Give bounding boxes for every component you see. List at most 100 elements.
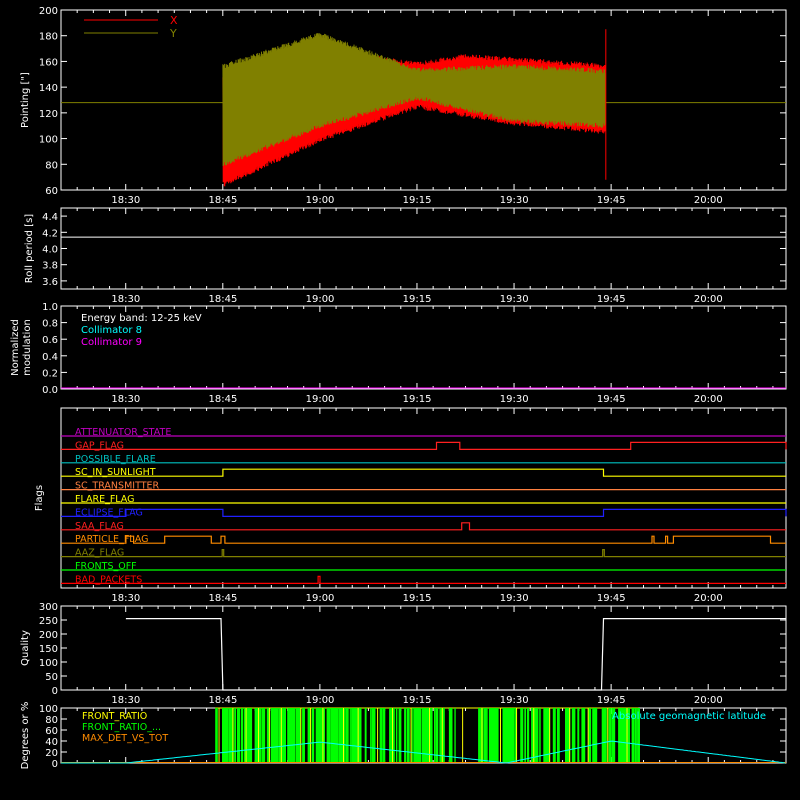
roll_period-y-tick-label: 4.4 [42,212,58,223]
front-ratio-bar [284,708,286,763]
quality-y-tick-label: 100 [39,658,58,669]
pointing-y-tick-label: 100 [39,135,58,146]
front-ratio-bar [412,708,414,763]
front-ratio-bar [381,708,383,763]
modulation-time-label: 19:30 [500,394,529,405]
roll_period-y-tick-label: 4.0 [42,245,58,256]
front-ratio-bar [513,708,515,763]
front-ratio-bar [311,708,314,763]
legend-front-ratio: FRONT_RATIO [82,711,147,722]
pointing-time-label: 18:45 [209,195,238,206]
front-ratio-bar [566,708,568,763]
quality-time-label: 19:00 [306,695,335,706]
front-ratio-bar [329,708,331,763]
modulation-time-label: 20:00 [694,394,723,405]
front-ratio-bar [448,708,453,763]
front-ratio-bar [406,708,410,763]
front-ratio-bar [359,708,362,763]
front-ratio-bar [527,708,530,763]
front-ratio-bar [404,708,407,763]
quality-time-label: 19:30 [500,695,529,706]
front-ratio-bar [443,708,445,763]
front-ratio-bar [421,708,425,763]
legend-collimator-8: Collimator 8 [81,325,142,336]
modulation-y-tick-label: 0.8 [42,319,58,330]
front-ratio-bar [479,708,484,763]
front-ratio-bar [536,708,538,763]
rhessi-quicklook-chart: 18:30 18:45 19:00 19:15 19:30 19:45 20:0060801… [0,0,800,800]
flags-ylabel: Flags [34,485,45,511]
legend-front-ratio-: FRONT_RATIO_... [82,722,161,733]
ratios-ylabel: Degrees or % [20,702,31,770]
ratios-y-tick-label: 60 [45,726,58,737]
energy-band-annotation: Energy band: 12-25 keV [81,313,202,324]
ratios-y-tick-label: 40 [45,737,58,748]
front-ratio-bar [495,708,499,763]
front-ratio-bar [334,708,338,763]
front-ratio-bar [236,708,241,763]
pointing-y-tick-label: 60 [45,186,58,197]
quality-y-tick-label: 0 [52,686,58,697]
roll_period-y-tick-label: 3.8 [42,261,58,272]
legend-label-x: X [170,14,178,27]
ratios-y-tick-label: 100 [39,704,58,715]
front-ratio-bar [313,708,315,763]
quality-y-tick-label: 300 [39,602,58,613]
front-ratio-bar [571,708,576,763]
pointing-y-tick-label: 80 [45,160,58,171]
pointing-y-tick-label: 120 [39,109,58,120]
front-ratio-bar [577,708,580,763]
front-ratio-bar [317,708,319,763]
front-ratio-bar [483,708,487,763]
front-ratio-bar [349,708,351,763]
front-ratio-bar [609,708,612,763]
roll_period-ylabel: Roll period [s] [24,214,35,283]
front-ratio-bar [222,708,224,763]
pointing-y-tick-label: 140 [39,83,58,94]
pointing-time-label: 19:00 [306,195,335,206]
roll_period-time-label: 20:00 [694,294,723,305]
pointing-time-label: 18:30 [111,195,140,206]
front-ratio-bar [260,708,262,763]
modulation-y-tick-label: 0.6 [42,335,58,346]
modulation-y-tick-label: 0.0 [42,385,58,396]
front-ratio-bar [294,708,295,763]
flags-time-label: 19:30 [500,593,529,604]
front-ratio-bar [419,708,422,763]
modulation-ylabel: Normalized [10,319,21,376]
flags-time-label: 19:00 [306,593,335,604]
quality-ylabel: Quality [20,630,31,666]
flags-time-label: 18:45 [209,593,238,604]
quality-y-tick-label: 150 [39,644,58,655]
flags-time-label: 20:00 [694,593,723,604]
roll_period-time-label: 19:45 [597,294,626,305]
quality-time-label: 18:30 [111,695,140,706]
pointing-time-label: 19:45 [597,195,626,206]
front-ratio-bar [249,708,253,763]
pointing-ylabel: Pointing ["] [20,72,31,128]
front-ratio-bar [554,708,556,763]
front-ratio-bar [454,708,456,763]
front-ratio-bar [400,708,402,763]
front-ratio-bar [603,708,607,763]
front-ratio-bar [345,708,348,763]
front-ratio-bar [344,708,346,763]
front-ratio-bar [398,708,401,763]
front-ratio-bar [215,708,218,763]
modulation-ylabel: modulation [22,319,33,376]
front-ratio-bar [370,708,372,763]
front-ratio-bar [382,708,386,763]
quality-y-tick-label: 250 [39,616,58,627]
roll_period-time-label: 18:30 [111,294,140,305]
front-ratio-bar [584,708,586,763]
pointing-y-tick-label: 160 [39,57,58,68]
quality-y-tick-label: 50 [45,672,58,683]
roll_period-time-label: 19:30 [500,294,529,305]
front-ratio-bar [224,708,229,763]
quality-time-label: 18:45 [209,695,238,706]
front-ratio-bar [234,708,236,763]
modulation-y-tick-label: 0.4 [42,352,58,363]
legend-max-det-vs-tot: MAX_DET_VS_TOT [82,733,168,744]
ratios-y-tick-label: 80 [45,715,58,726]
latitude-annotation: Absolute geomagnetic latitude [612,711,766,722]
